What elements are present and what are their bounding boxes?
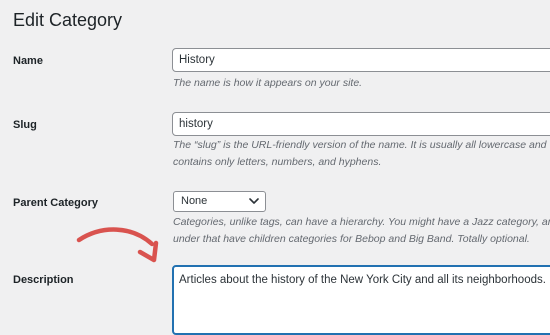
slug-label: Slug — [13, 118, 37, 132]
parent-category-label: Parent Category — [13, 196, 98, 210]
description-text: Articles about the history of the New Yo… — [179, 274, 546, 286]
chevron-down-icon — [249, 197, 259, 205]
name-label: Name — [13, 54, 43, 68]
parent-category-select[interactable]: None — [173, 191, 266, 212]
description-textarea[interactable]: Articles about the history of the New Yo… — [172, 265, 550, 335]
curved-arrow-icon — [74, 222, 170, 268]
page-title: Edit Category — [13, 9, 122, 32]
parent-help-line1: Categories, unlike tags, can have a hier… — [173, 214, 550, 231]
slug-input[interactable] — [172, 112, 550, 136]
name-input[interactable] — [172, 48, 550, 72]
parent-help-line2: under that have children categories for … — [173, 231, 550, 248]
parent-category-selected: None — [181, 195, 207, 207]
slug-help-line1: The “slug” is the URL-friendly version o… — [173, 137, 550, 154]
description-label: Description — [13, 273, 74, 287]
slug-help-line2: contains only letters, numbers, and hyph… — [173, 154, 550, 171]
name-help-text: The name is how it appears on your site. — [173, 75, 550, 92]
